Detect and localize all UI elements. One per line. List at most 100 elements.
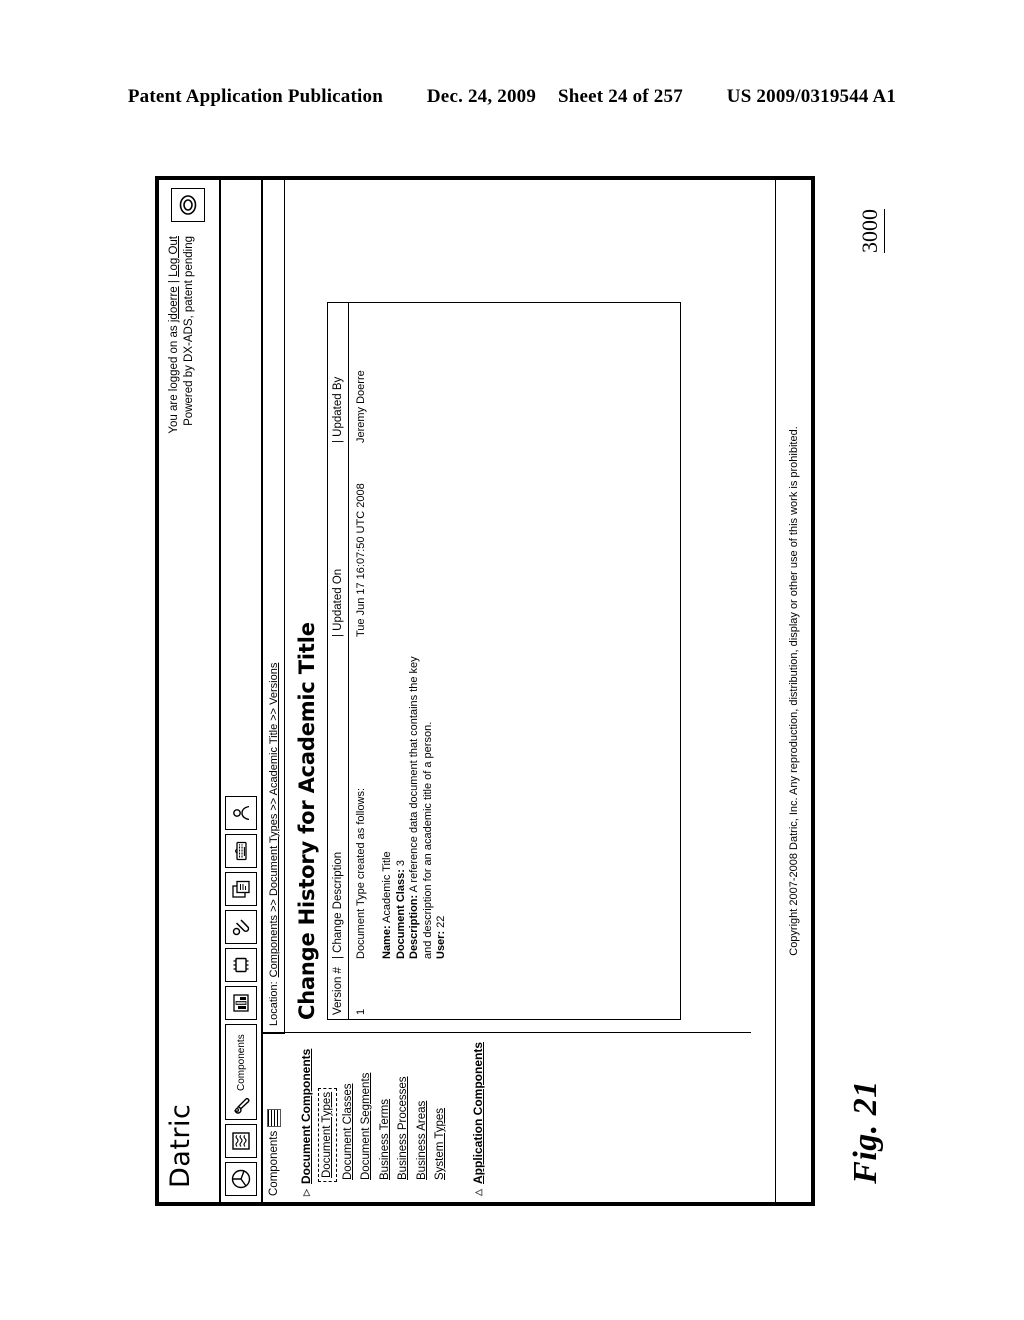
change-history-table: Version # | Change Description | Updated… bbox=[327, 302, 681, 1020]
detail-user-line: User: 22 bbox=[435, 641, 449, 959]
login-prefix: You are logged on as bbox=[168, 322, 180, 434]
document-lines-icon-button[interactable] bbox=[225, 1124, 257, 1158]
application-window-wrapper: Datric You are logged on as jdoerre | Lo… bbox=[155, 176, 815, 1206]
sidebar-group-header-document-components[interactable]: ▷ Document Components bbox=[299, 1033, 313, 1202]
components-toolbar-button[interactable]: Components bbox=[225, 1024, 257, 1120]
column-header-updated-on: | Updated On bbox=[332, 568, 344, 637]
detail-class-value: 3 bbox=[394, 859, 407, 867]
sidebar-item-document-segments[interactable]: Document Segments bbox=[357, 1071, 375, 1182]
chip-icon bbox=[233, 957, 249, 973]
brand-logo: Datric bbox=[165, 1103, 196, 1188]
wrench-icon bbox=[234, 1098, 250, 1114]
sidebar-item-business-processes-label: Business Processes bbox=[397, 1076, 409, 1180]
chip-icon-button[interactable] bbox=[225, 948, 257, 982]
breadcrumb: Location: Components >> Document Types >… bbox=[263, 180, 285, 1032]
app-toolbar: Components bbox=[221, 180, 263, 1202]
sidebar-item-document-classes-label: Document Classes bbox=[341, 1083, 354, 1180]
detail-class-label: Document Class: bbox=[394, 869, 407, 959]
person-icon bbox=[233, 805, 250, 821]
app-footer: Copyright 2007-2008 Datric, Inc. Any rep… bbox=[775, 180, 811, 1202]
copy-pages-icon-button[interactable] bbox=[225, 872, 257, 906]
bar-chart-icon-button[interactable] bbox=[225, 986, 257, 1020]
sidebar-item-document-segments-label: Document Segments bbox=[360, 1072, 372, 1180]
components-toolbar-label: Components bbox=[235, 1034, 247, 1091]
publication-date: Dec. 24, 2009 bbox=[426, 86, 537, 107]
figure-label: Fig. 21 bbox=[796, 1072, 936, 1192]
detail-description-label: Description: bbox=[408, 894, 420, 959]
pie-chart-icon bbox=[231, 1169, 251, 1189]
table-header-row: Version # | Change Description | Updated… bbox=[328, 303, 349, 1019]
breadcrumb-label: Location: bbox=[267, 981, 280, 1026]
figure-label-text: Fig. 21 bbox=[847, 1080, 884, 1184]
login-status: You are logged on as jdoerre | Log Out P… bbox=[167, 236, 197, 434]
login-status-line: You are logged on as jdoerre | Log Out bbox=[167, 236, 182, 434]
sidebar-item-system-types-label: System Types bbox=[434, 1107, 446, 1180]
detail-user-value: 22 bbox=[435, 915, 447, 928]
reference-numeral-3000: 3000 bbox=[836, 176, 906, 286]
paperclip-icon bbox=[232, 919, 250, 936]
login-separator: | bbox=[168, 276, 180, 287]
copy-pages-icon bbox=[232, 880, 250, 898]
patent-number: US 2009/0319544 A1 bbox=[726, 86, 897, 107]
cell-updated-on: Tue Jun 17 16:07:50 UTC 2008 bbox=[355, 483, 367, 637]
app-body: ▷ Document Components Document Types Doc… bbox=[285, 180, 751, 1202]
sidebar: ▷ Document Components Document Types Doc… bbox=[285, 1032, 751, 1202]
tab-components[interactable]: Components bbox=[263, 1032, 285, 1202]
app-banner: Datric You are logged on as jdoerre | Lo… bbox=[159, 180, 221, 1202]
sidebar-item-document-classes[interactable]: Document Classes bbox=[339, 1081, 357, 1182]
copyright-text: Copyright 2007-2008 Datric, Inc. Any rep… bbox=[787, 426, 800, 956]
detail-class-line: Document Class: 3 bbox=[395, 641, 409, 959]
page-title: Change History for Academic Title bbox=[295, 622, 319, 1020]
sheet-number: Sheet 24 of 257 bbox=[557, 86, 683, 107]
sidebar-group-document-components: ▷ Document Components Document Types Doc… bbox=[299, 1033, 449, 1202]
main-content: Change History for Academic Title Versio… bbox=[285, 180, 751, 1032]
keyboard-icon bbox=[234, 841, 247, 861]
sidebar-item-document-types-label: Document Types bbox=[321, 1091, 333, 1178]
application-window: Datric You are logged on as jdoerre | Lo… bbox=[155, 176, 815, 1206]
chevron-up-icon[interactable]: △ bbox=[471, 1184, 485, 1196]
paperclip-icon-button[interactable] bbox=[225, 910, 257, 944]
column-header-version: Version # bbox=[332, 967, 344, 1015]
bar-chart-icon bbox=[233, 994, 249, 1012]
log-out-link[interactable]: Log Out bbox=[168, 236, 180, 277]
pie-chart-icon-button[interactable] bbox=[225, 1162, 257, 1196]
publication-label: Patent Application Publication bbox=[127, 86, 383, 107]
sidebar-item-business-areas-label: Business Areas bbox=[415, 1100, 428, 1180]
cell-updated-by: Jeremy Doerre bbox=[355, 370, 367, 443]
sidebar-group-header-application-components[interactable]: △ Application Components bbox=[471, 1033, 485, 1202]
sidebar-item-business-areas[interactable]: Business Areas bbox=[413, 1099, 431, 1182]
ring-icon-button[interactable] bbox=[171, 188, 205, 222]
change-description-text: Document Type created as follows: bbox=[355, 788, 367, 959]
current-user-link[interactable]: jdoerre bbox=[168, 286, 180, 322]
cell-version: 1 bbox=[355, 1008, 367, 1015]
column-header-description: | Change Description bbox=[332, 851, 344, 959]
detail-name-value: Academic Title bbox=[381, 851, 393, 923]
detail-name-line: Name: Academic Title bbox=[381, 641, 395, 959]
keyboard-icon-button[interactable] bbox=[225, 834, 257, 868]
tab-components-label: Components bbox=[268, 1130, 280, 1196]
powered-by-text: Powered by DX-ADS, patent pending bbox=[183, 236, 195, 426]
tab-and-location-row: Components Location: Components >> Docum… bbox=[263, 180, 285, 1202]
cell-change-description: Document Type created as follows: Name: … bbox=[355, 641, 449, 963]
chevron-right-icon[interactable]: ▷ bbox=[299, 1184, 313, 1196]
patent-page-header: Patent Application Publication Dec. 24, … bbox=[0, 86, 1024, 108]
ring-icon bbox=[179, 195, 197, 215]
person-icon-button[interactable] bbox=[225, 796, 257, 830]
sidebar-group-application-components: △ Application Components bbox=[471, 1033, 485, 1202]
sidebar-group-label-document-components: Document Components bbox=[299, 1048, 313, 1184]
drag-handle-icon[interactable] bbox=[267, 1108, 281, 1127]
sidebar-item-business-processes[interactable]: Business Processes bbox=[394, 1074, 412, 1182]
breadcrumb-path[interactable]: Components >> Document Types >> Academic… bbox=[268, 663, 280, 978]
sidebar-item-document-types[interactable]: Document Types bbox=[318, 1087, 337, 1182]
table-row: 1 Document Type created as follows: Name… bbox=[349, 303, 449, 1019]
change-detail-block: Name: Academic Title Document Class: 3 D… bbox=[381, 641, 449, 959]
document-lines-icon bbox=[232, 1132, 250, 1150]
sidebar-item-business-terms[interactable]: Business Terms bbox=[376, 1097, 394, 1182]
sidebar-item-business-terms-label: Business Terms bbox=[378, 1099, 391, 1180]
sidebar-item-system-types[interactable]: System Types bbox=[431, 1106, 449, 1182]
column-header-updated-by: | Updated By bbox=[332, 376, 344, 443]
reference-numeral-3000-text: 3000 bbox=[857, 209, 885, 253]
detail-name-label: Name: bbox=[381, 925, 393, 959]
detail-description-line: Description: A reference data document t… bbox=[408, 641, 435, 959]
detail-user-label: User: bbox=[435, 930, 447, 959]
